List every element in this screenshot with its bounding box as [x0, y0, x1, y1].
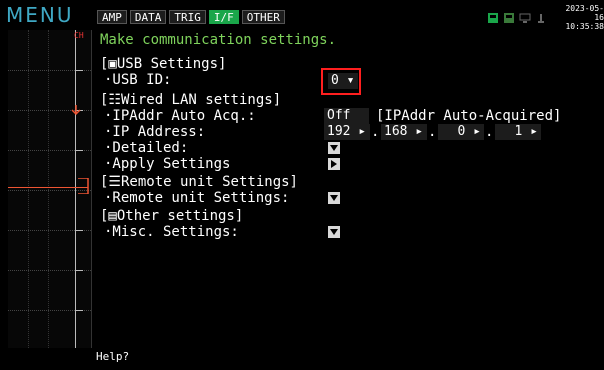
channel-graph	[8, 30, 92, 348]
menu-tabs: AMP DATA TRIG I/F OTHER	[97, 10, 285, 24]
ip-octet-1[interactable]: 192 ▸	[324, 124, 370, 140]
usb-id-highlight-box	[321, 68, 361, 95]
tab-data[interactable]: DATA	[129, 10, 167, 24]
detailed-label: ·Detailed:	[104, 140, 189, 156]
status-icons	[487, 11, 547, 25]
ip-octet-3[interactable]: 0 ▸	[438, 124, 484, 140]
ip-address-label: ·IP Address:	[104, 124, 206, 140]
date-time: 2023-05-16 10:35:38	[560, 4, 604, 31]
ipaddr-auto-select[interactable]: Off ▾	[324, 108, 369, 138]
detailed-dropdown-button[interactable]	[328, 142, 340, 154]
scale-tick	[75, 230, 83, 231]
ip-octet-4[interactable]: 1 ▸	[495, 124, 541, 140]
power-plug-icon	[538, 14, 544, 23]
top-bar: MENU AMP DATA TRIG I/F OTHER 2023-05-16 …	[0, 0, 604, 31]
screen-frame: MENU AMP DATA TRIG I/F OTHER 2023-05-16 …	[0, 0, 604, 370]
trigger-level-line	[8, 187, 88, 188]
ipaddr-auto-note: [IPAddr Auto-Acquired]	[376, 108, 562, 124]
ipaddr-auto-label: ·IPAddr Auto Acq.:	[104, 108, 256, 124]
ip-octet-2[interactable]: 168 ▸	[381, 124, 427, 140]
tab-trig[interactable]: TRIG	[169, 10, 206, 24]
menu-label[interactable]: MENU	[6, 3, 88, 27]
scale-tick	[75, 310, 83, 311]
network-icon	[519, 13, 531, 23]
page-heading: Make communication settings.	[100, 32, 337, 48]
usb-section-heading: [▣USB Settings]	[100, 56, 227, 72]
remote-unit-label: ·Remote unit Settings:	[104, 190, 290, 206]
help-text: Help?	[96, 350, 130, 363]
down-arrow-icon	[71, 105, 81, 115]
trigger-marker-icon	[78, 178, 89, 194]
apply-settings-button[interactable]	[328, 158, 340, 170]
memory-card-icon	[488, 13, 498, 23]
tab-amp[interactable]: AMP	[97, 10, 127, 24]
help-bar	[0, 348, 604, 370]
tab-if[interactable]: I/F	[208, 10, 239, 24]
channel-label: CH	[74, 31, 84, 40]
grid-line	[48, 30, 49, 348]
scale-tick	[75, 150, 83, 151]
misc-settings-label: ·Misc. Settings:	[104, 224, 239, 240]
apply-settings-label: ·Apply Settings	[104, 156, 231, 172]
remote-unit-dropdown-button[interactable]	[328, 192, 340, 204]
ip-separator: .	[485, 124, 494, 140]
grid-line	[28, 30, 29, 348]
lan-section-heading: [☷Wired LAN settings]	[100, 92, 282, 108]
scale-axis	[75, 30, 76, 348]
date-text: 2023-05-16	[565, 4, 604, 22]
scale-tick	[75, 270, 83, 271]
usb-id-label: ·USB ID:	[104, 72, 172, 88]
ip-separator: .	[371, 124, 380, 140]
ip-separator: .	[428, 124, 437, 140]
remote-section-heading: [☰Remote unit Settings]	[100, 174, 298, 190]
other-section-heading: [▤Other settings]	[100, 208, 244, 224]
storage-icon	[504, 13, 514, 23]
misc-settings-dropdown-button[interactable]	[328, 226, 340, 238]
tab-other[interactable]: OTHER	[241, 10, 285, 24]
scale-tick	[75, 70, 83, 71]
